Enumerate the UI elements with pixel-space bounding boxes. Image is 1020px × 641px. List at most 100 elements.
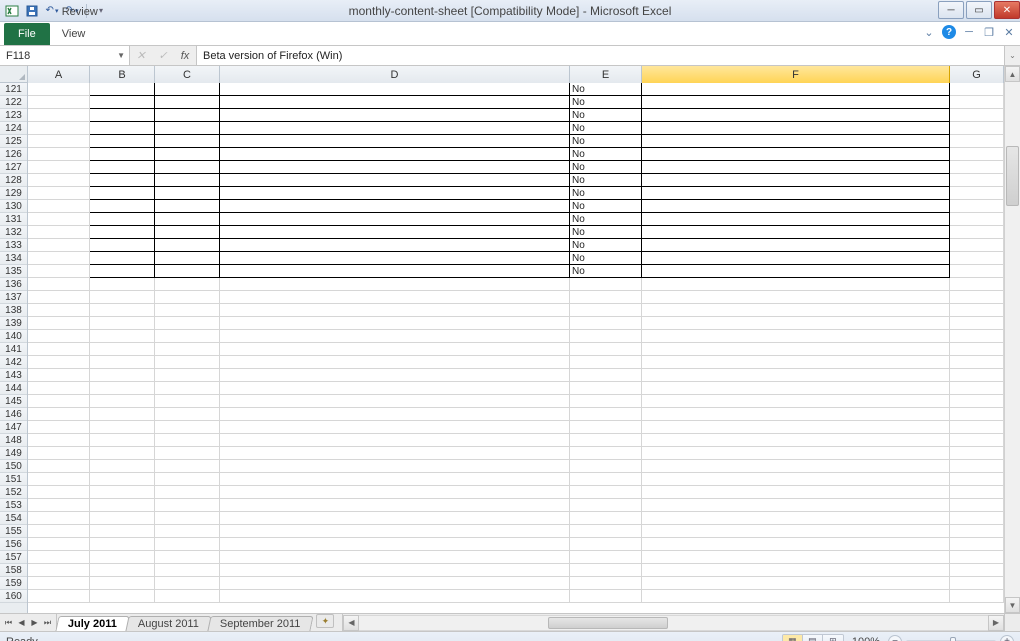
cell[interactable] <box>570 577 642 590</box>
next-sheet-icon[interactable]: ▶ <box>28 615 41 631</box>
row-header[interactable]: 152 <box>0 486 27 499</box>
row-header[interactable]: 139 <box>0 317 27 330</box>
row-header[interactable]: 140 <box>0 330 27 343</box>
cell[interactable] <box>220 330 570 343</box>
row-header[interactable]: 125 <box>0 135 27 148</box>
cell[interactable] <box>220 434 570 447</box>
cell[interactable] <box>28 434 90 447</box>
sheet-tab[interactable]: July 2011 <box>55 616 129 631</box>
cell[interactable] <box>155 122 220 135</box>
cell[interactable] <box>155 174 220 187</box>
cell[interactable] <box>220 382 570 395</box>
cell[interactable] <box>220 564 570 577</box>
cell[interactable] <box>570 590 642 603</box>
cell[interactable]: No <box>570 148 642 161</box>
cell[interactable] <box>90 200 155 213</box>
cell[interactable] <box>950 174 1004 187</box>
cell[interactable] <box>155 226 220 239</box>
cell[interactable] <box>642 317 950 330</box>
cell[interactable] <box>570 317 642 330</box>
cell[interactable] <box>950 148 1004 161</box>
cell[interactable] <box>570 343 642 356</box>
cell[interactable] <box>28 590 90 603</box>
row-header[interactable]: 123 <box>0 109 27 122</box>
scroll-right-icon[interactable]: ▶ <box>988 615 1004 631</box>
sheet-tab[interactable]: September 2011 <box>207 616 313 631</box>
cell[interactable] <box>642 577 950 590</box>
zoom-thumb[interactable] <box>950 637 956 641</box>
cell[interactable] <box>642 291 950 304</box>
cell[interactable] <box>155 499 220 512</box>
name-box-dropdown-icon[interactable]: ▼ <box>117 51 125 60</box>
cell[interactable] <box>950 226 1004 239</box>
cell[interactable] <box>950 200 1004 213</box>
row-header[interactable]: 137 <box>0 291 27 304</box>
cell[interactable] <box>950 486 1004 499</box>
cell[interactable] <box>155 343 220 356</box>
cell[interactable] <box>28 564 90 577</box>
cell[interactable] <box>220 343 570 356</box>
column-header-G[interactable]: G <box>950 66 1004 83</box>
zoom-out-icon[interactable]: − <box>888 635 902 641</box>
cell[interactable] <box>90 291 155 304</box>
cell[interactable]: No <box>570 226 642 239</box>
cell[interactable] <box>950 304 1004 317</box>
cell[interactable] <box>90 213 155 226</box>
row-header[interactable]: 136 <box>0 278 27 291</box>
cell[interactable] <box>570 460 642 473</box>
sheet-tab[interactable]: August 2011 <box>125 616 211 631</box>
column-header-F[interactable]: F <box>642 66 950 83</box>
cell[interactable] <box>90 96 155 109</box>
cell[interactable] <box>642 83 950 96</box>
cell[interactable] <box>155 356 220 369</box>
cell[interactable] <box>950 109 1004 122</box>
cell[interactable] <box>642 96 950 109</box>
cell[interactable] <box>28 174 90 187</box>
cell[interactable] <box>155 421 220 434</box>
cell[interactable] <box>90 395 155 408</box>
row-header[interactable]: 154 <box>0 512 27 525</box>
column-header-C[interactable]: C <box>155 66 220 83</box>
cell[interactable] <box>642 122 950 135</box>
excel-app-icon[interactable] <box>4 3 20 19</box>
insert-worksheet-icon[interactable]: ✦ <box>316 614 334 628</box>
cell[interactable] <box>642 239 950 252</box>
cell[interactable] <box>155 486 220 499</box>
cell[interactable] <box>220 265 570 278</box>
cell[interactable]: No <box>570 161 642 174</box>
row-header[interactable]: 150 <box>0 460 27 473</box>
cell[interactable] <box>28 343 90 356</box>
cell[interactable] <box>90 161 155 174</box>
maximize-button[interactable]: ▭ <box>966 1 992 19</box>
cell[interactable] <box>155 590 220 603</box>
cell[interactable] <box>155 512 220 525</box>
cell[interactable] <box>642 460 950 473</box>
row-header[interactable]: 132 <box>0 226 27 239</box>
cell[interactable] <box>220 161 570 174</box>
cell[interactable] <box>90 512 155 525</box>
cell[interactable] <box>220 473 570 486</box>
cell[interactable] <box>28 447 90 460</box>
row-header[interactable]: 157 <box>0 551 27 564</box>
cell[interactable] <box>950 525 1004 538</box>
cell[interactable] <box>570 473 642 486</box>
workbook-close-icon[interactable]: ✕ <box>1002 25 1016 39</box>
cell[interactable]: No <box>570 252 642 265</box>
cell[interactable] <box>155 382 220 395</box>
cell[interactable] <box>950 538 1004 551</box>
cell[interactable] <box>90 317 155 330</box>
cell[interactable] <box>220 96 570 109</box>
cell[interactable]: No <box>570 83 642 96</box>
cell[interactable] <box>90 447 155 460</box>
cell[interactable] <box>220 486 570 499</box>
cell[interactable] <box>642 161 950 174</box>
cell[interactable] <box>155 109 220 122</box>
cell[interactable] <box>28 239 90 252</box>
cell[interactable] <box>642 538 950 551</box>
cell[interactable] <box>642 408 950 421</box>
row-header[interactable]: 121 <box>0 83 27 96</box>
ribbon-tab-review[interactable]: Review <box>50 1 136 23</box>
cell[interactable] <box>90 304 155 317</box>
cell[interactable] <box>642 499 950 512</box>
cell[interactable] <box>90 382 155 395</box>
